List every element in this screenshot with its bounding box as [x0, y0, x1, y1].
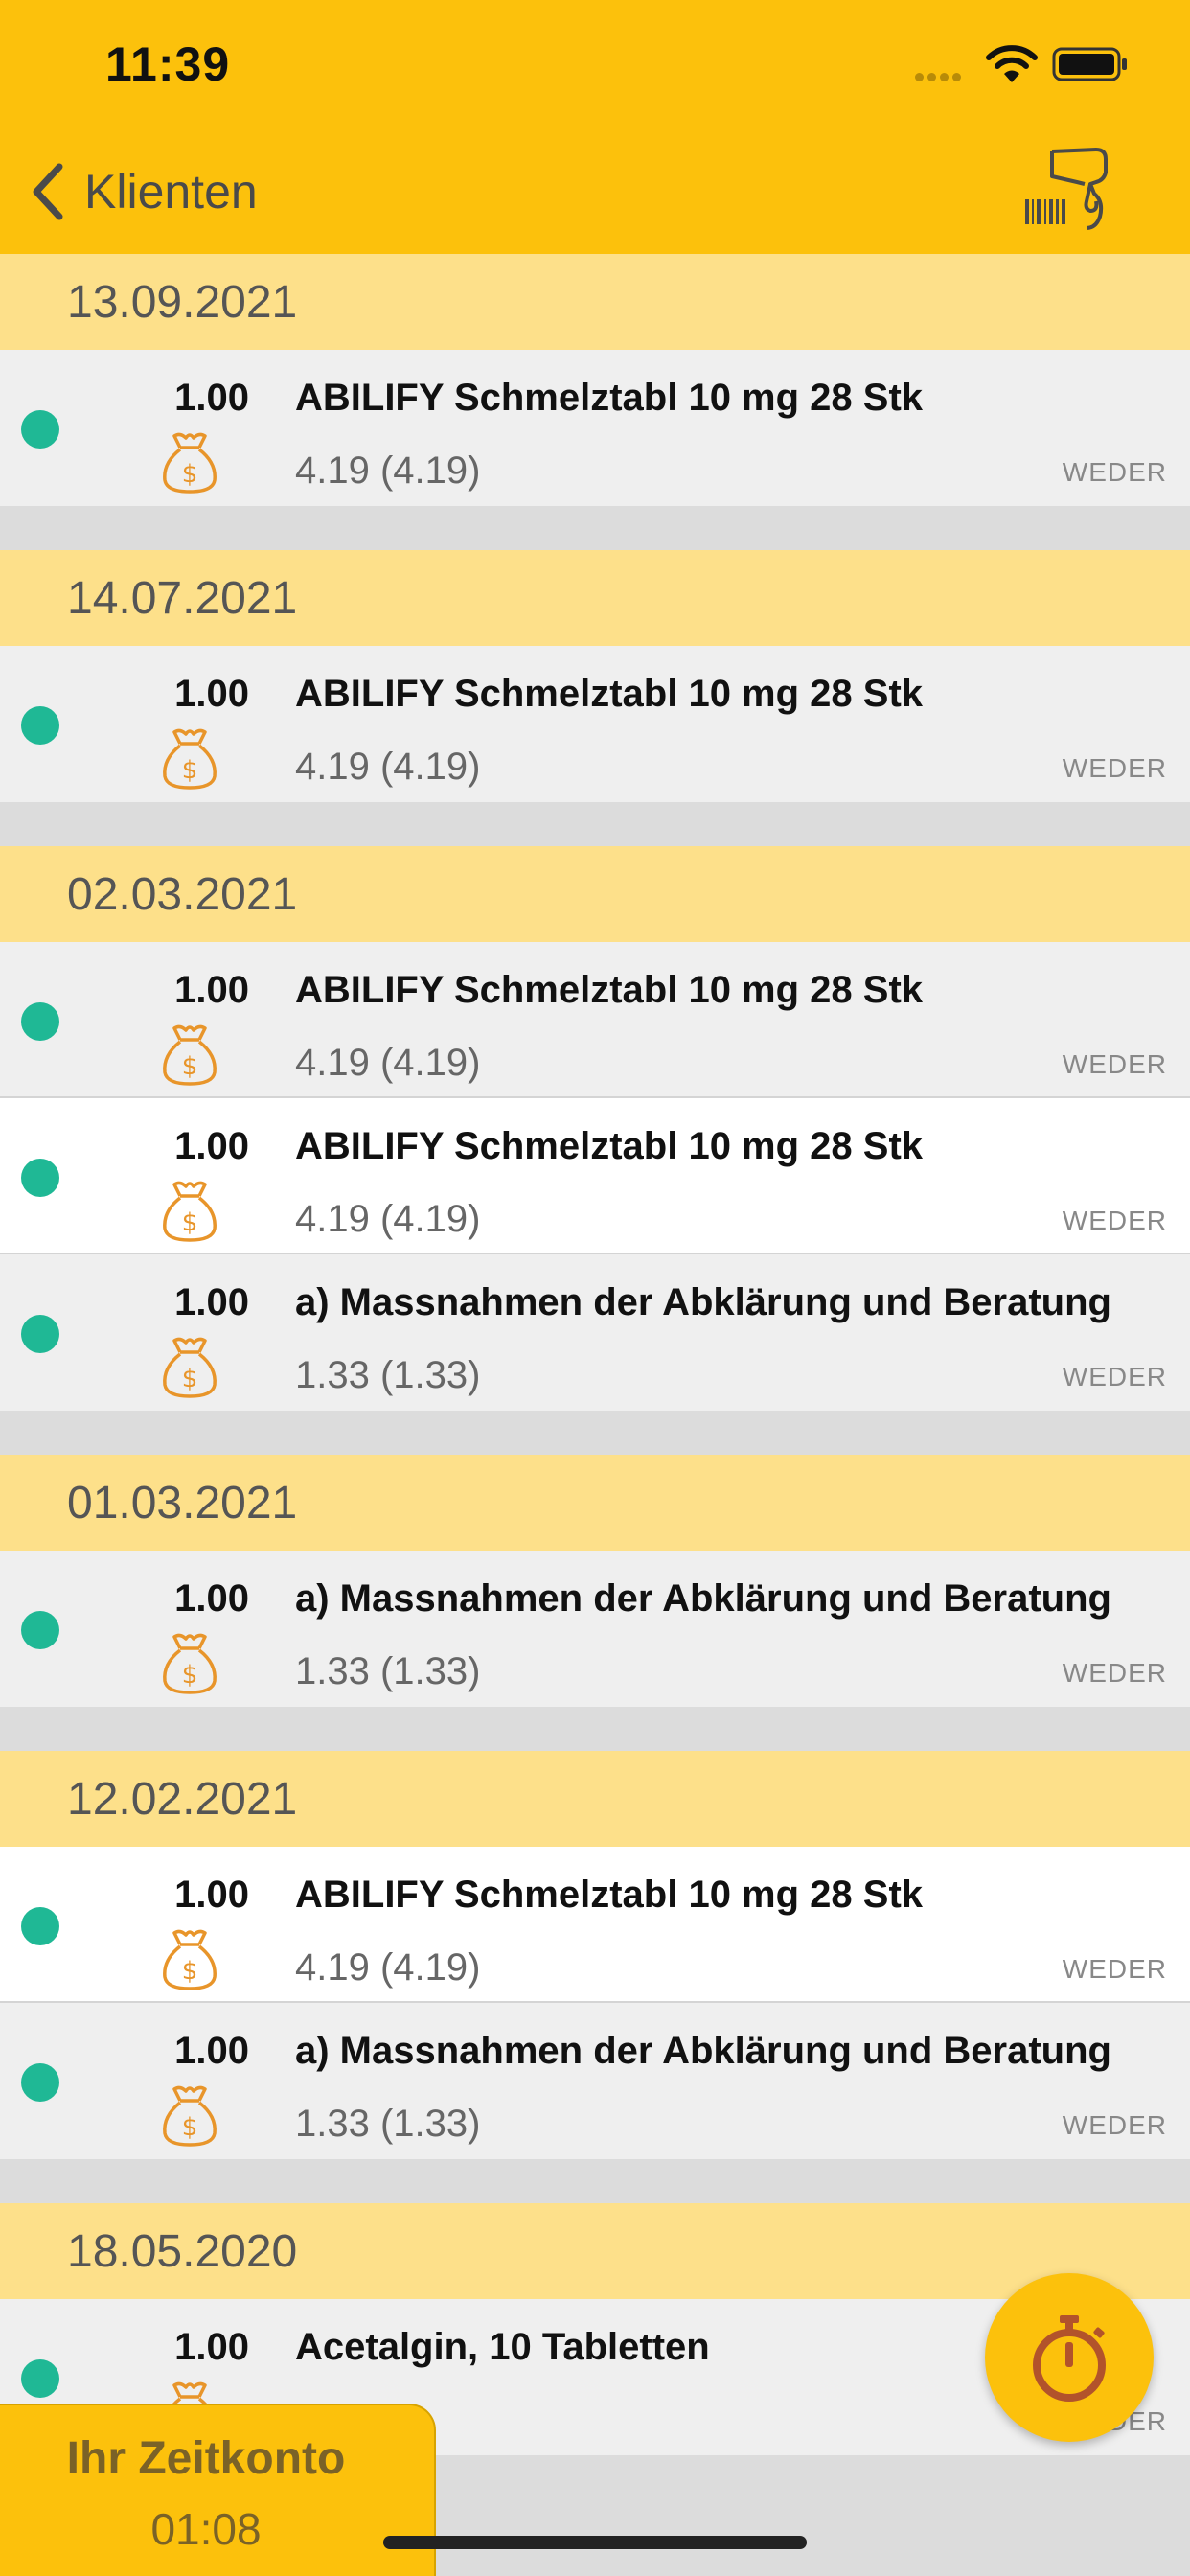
zeitkonto-panel[interactable]: Ihr Zeitkonto 01:08: [0, 2404, 436, 2576]
nav-header: 11:39 Klienten: [0, 0, 1190, 254]
item-user: WEDER: [1062, 1954, 1167, 1984]
date-section: 12.02.2021 1.00 ABILIFY Schmelztabl 10 mg …: [0, 1751, 1190, 2203]
svg-text:$: $: [182, 1208, 198, 1237]
item-quantity: 1.00: [174, 377, 249, 419]
battery-icon: [1052, 47, 1127, 81]
status-dot: [21, 1907, 59, 1945]
item-user: WEDER: [1062, 1362, 1167, 1392]
svg-text:$: $: [182, 1365, 198, 1393]
money-bag-icon: $: [157, 1925, 222, 1992]
svg-text:$: $: [182, 460, 198, 489]
back-button[interactable]: Klienten: [29, 153, 258, 230]
section-date-header: 14.07.2021: [0, 550, 1190, 646]
list-item[interactable]: 1.00 a) Massnahmen der Abklärung und Bera…: [0, 1551, 1190, 1707]
date-section: 01.03.2021 1.00 a) Massnahmen der Abklärun…: [0, 1455, 1190, 1751]
app-screen: 11:39 Klienten 13.09.2021 1.00 ABILIFY S…: [0, 0, 1190, 2576]
item-title: a) Massnahmen der Abklärung und Beratung: [295, 1281, 1111, 1323]
barcode-scanner-icon[interactable]: [1023, 144, 1119, 236]
chevron-left-icon: [33, 163, 63, 220]
item-price: 1.33 (1.33): [295, 2103, 481, 2145]
list-item[interactable]: 1.00 ABILIFY Schmelztabl 10 mg 28 Stk $4.1…: [0, 350, 1190, 506]
item-title: a) Massnahmen der Abklärung und Beratung: [295, 2030, 1111, 2072]
svg-text:$: $: [182, 1052, 198, 1081]
money-bag-icon: $: [157, 1021, 222, 1088]
section-date-header: 01.03.2021: [0, 1455, 1190, 1551]
svg-text:$: $: [182, 756, 198, 785]
date-section: 14.07.2021 1.00 ABILIFY Schmelztabl 10 mg …: [0, 550, 1190, 846]
date-section: 02.03.2021 1.00 ABILIFY Schmelztabl 10 mg …: [0, 846, 1190, 1455]
item-quantity: 1.00: [174, 969, 249, 1011]
date-section: 13.09.2021 1.00 ABILIFY Schmelztabl 10 mg …: [0, 254, 1190, 550]
status-dot: [21, 1159, 59, 1197]
money-bag-icon: $: [157, 724, 222, 792]
item-title: a) Massnahmen der Abklärung und Beratung: [295, 1577, 1111, 1620]
item-quantity: 1.00: [174, 2326, 249, 2368]
item-title: ABILIFY Schmelztabl 10 mg 28 Stk: [295, 1125, 924, 1167]
item-user: WEDER: [1062, 1206, 1167, 1235]
cellular-signal-icon: [915, 69, 973, 81]
item-user: WEDER: [1062, 1049, 1167, 1079]
list-item[interactable]: 1.00 ABILIFY Schmelztabl 10 mg 28 Stk $4.1…: [0, 1098, 1190, 1254]
item-price: 4.19 (4.19): [295, 1042, 481, 1084]
svg-text:$: $: [182, 1661, 198, 1690]
svg-text:$: $: [182, 1957, 198, 1986]
money-bag-icon: $: [157, 1177, 222, 1244]
section-date-header: 13.09.2021: [0, 254, 1190, 350]
item-price: 4.19 (4.19): [295, 1946, 481, 1989]
item-quantity: 1.00: [174, 2030, 249, 2072]
item-title: ABILIFY Schmelztabl 10 mg 28 Stk: [295, 1874, 924, 1916]
stopwatch-icon: [1033, 2315, 1106, 2402]
svg-text:$: $: [182, 2113, 198, 2142]
list-item[interactable]: 1.00 ABILIFY Schmelztabl 10 mg 28 Stk $4.1…: [0, 646, 1190, 802]
item-price: 1.33 (1.33): [295, 1354, 481, 1396]
status-dot: [21, 706, 59, 745]
status-dot: [21, 1611, 59, 1649]
item-price: 4.19 (4.19): [295, 1198, 481, 1240]
item-title: ABILIFY Schmelztabl 10 mg 28 Stk: [295, 673, 924, 715]
item-price: 1.33 (1.33): [295, 1650, 481, 1692]
item-user: WEDER: [1062, 753, 1167, 783]
wifi-icon: [986, 45, 1038, 82]
history-list[interactable]: 13.09.2021 1.00 ABILIFY Schmelztabl 10 mg …: [0, 254, 1190, 2499]
item-quantity: 1.00: [174, 1874, 249, 1916]
item-title: ABILIFY Schmelztabl 10 mg 28 Stk: [295, 969, 924, 1011]
status-dot: [21, 2063, 59, 2102]
timer-button[interactable]: [985, 2273, 1154, 2442]
section-date-header: 18.05.2020: [0, 2203, 1190, 2299]
money-bag-icon: $: [157, 2082, 222, 2149]
status-dot: [21, 410, 59, 448]
money-bag-icon: $: [157, 1333, 222, 1400]
section-date-header: 02.03.2021: [0, 846, 1190, 942]
list-item[interactable]: 1.00 ABILIFY Schmelztabl 10 mg 28 Stk $4.1…: [0, 1847, 1190, 2003]
status-time: 11:39: [105, 37, 231, 91]
list-item[interactable]: 1.00 a) Massnahmen der Abklärung und Bera…: [0, 2003, 1190, 2159]
item-user: WEDER: [1062, 1658, 1167, 1688]
item-title: ABILIFY Schmelztabl 10 mg 28 Stk: [295, 377, 924, 419]
money-bag-icon: $: [157, 428, 222, 495]
item-price: 4.19 (4.19): [295, 449, 481, 492]
list-item[interactable]: 1.00 a) Massnahmen der Abklärung und Bera…: [0, 1254, 1190, 1411]
item-user: WEDER: [1062, 457, 1167, 487]
section-date-header: 12.02.2021: [0, 1751, 1190, 1847]
zeitkonto-time: 01:08: [150, 2504, 262, 2554]
money-bag-icon: $: [157, 1629, 222, 1696]
item-user: WEDER: [1062, 2110, 1167, 2140]
back-label: Klienten: [84, 165, 258, 218]
item-quantity: 1.00: [174, 1577, 249, 1620]
home-indicator: [383, 2536, 807, 2549]
zeitkonto-title: Ihr Zeitkonto: [66, 2433, 346, 2484]
status-dot: [21, 1002, 59, 1041]
item-quantity: 1.00: [174, 673, 249, 715]
status-dot: [21, 2359, 59, 2398]
item-title: Acetalgin, 10 Tabletten: [295, 2326, 710, 2368]
list-item[interactable]: 1.00 ABILIFY Schmelztabl 10 mg 28 Stk $4.1…: [0, 942, 1190, 1098]
status-dot: [21, 1315, 59, 1353]
item-price: 4.19 (4.19): [295, 746, 481, 788]
item-quantity: 1.00: [174, 1281, 249, 1323]
item-quantity: 1.00: [174, 1125, 249, 1167]
